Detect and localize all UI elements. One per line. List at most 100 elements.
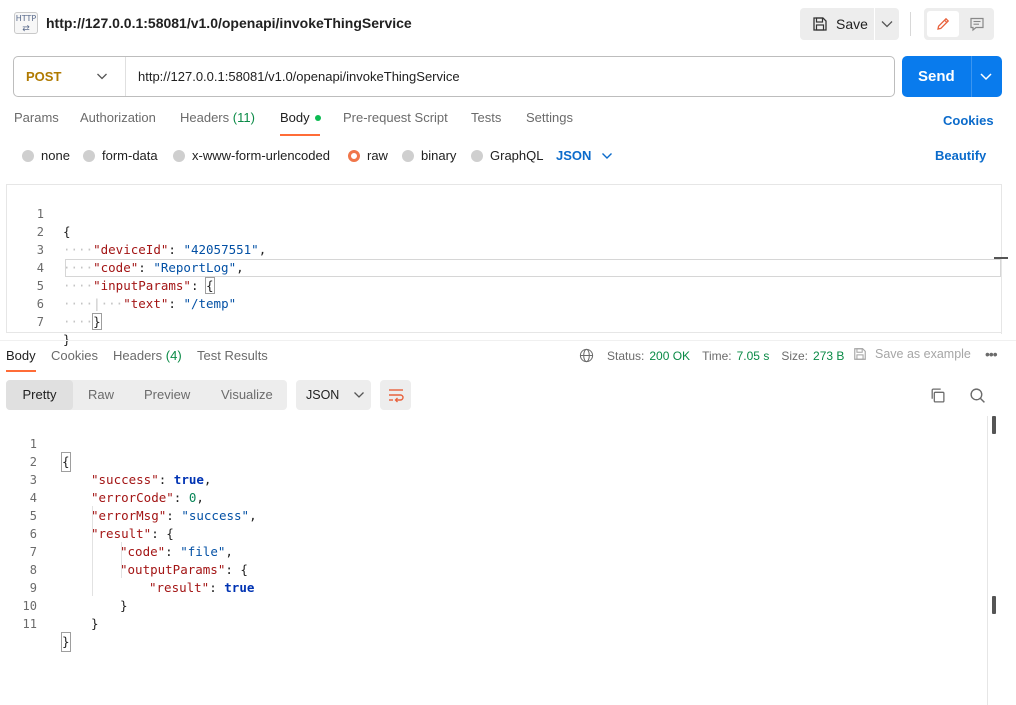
tab-pre-request-script[interactable]: Pre-request Script [343, 110, 448, 125]
beautify-button[interactable]: Beautify [935, 148, 986, 163]
chevron-down-icon[interactable] [96, 70, 108, 82]
http-request-icon: HTTP ⇄ [14, 12, 38, 34]
radio-label: none [41, 148, 70, 163]
url-bar: POST http://127.0.0.1:58081/v1.0/openapi… [13, 56, 895, 97]
copy-icon[interactable] [929, 387, 946, 404]
code-line: 2 ····"deviceId": "42057551", [7, 205, 1001, 257]
view-mode-toggle [924, 8, 994, 40]
tab-response-headers[interactable]: Headers (4) [113, 348, 182, 363]
code-text: } [61, 632, 71, 652]
active-tab-indicator [280, 134, 320, 136]
save-button[interactable]: Save [800, 8, 874, 40]
tab-params[interactable]: Params [14, 110, 59, 125]
tab-label: Test Results [197, 348, 268, 363]
wrap-lines-icon [388, 389, 404, 403]
documentation-mode-button[interactable] [962, 11, 992, 37]
request-body-editor[interactable]: 1 { 2 ····"deviceId": "42057551", 3 ····… [6, 184, 1008, 347]
view-visualize[interactable]: Visualize [221, 380, 273, 410]
chevron-down-icon[interactable] [979, 69, 993, 83]
exchange-arrows-icon: ⇄ [22, 24, 30, 34]
code-line: 6 "code": "file", [0, 507, 994, 559]
code-line: 7 "outputParams": { [0, 525, 994, 577]
tab-response-body[interactable]: Body [6, 348, 36, 363]
code-text: } [91, 616, 99, 631]
code-line: 6 ····} [7, 277, 1001, 330]
size-label: Size: [781, 348, 809, 363]
code-line: 11 } [0, 597, 994, 652]
tab-label: Settings [526, 110, 573, 125]
request-name[interactable]: http://127.0.0.1:58081/v1.0/openapi/invo… [46, 15, 412, 31]
view-preview[interactable]: Preview [144, 380, 190, 410]
toolbar-divider [910, 12, 911, 36]
send-button[interactable]: Send [902, 56, 1002, 97]
tab-label: Tests [471, 110, 502, 125]
save-options-button[interactable] [875, 8, 899, 40]
send-label: Send [918, 68, 955, 85]
code-line: 10 } [0, 579, 994, 631]
tab-label: Authorization [80, 110, 156, 125]
edit-mode-button[interactable] [927, 11, 959, 37]
view-pretty[interactable]: Pretty [6, 380, 73, 410]
tab-label: Headers [180, 110, 230, 125]
radio-x-www-form-urlencoded[interactable]: x-www-form-urlencoded [173, 148, 330, 163]
save-icon [854, 348, 866, 360]
method-select[interactable]: POST [26, 69, 61, 84]
editor-border [1001, 185, 1002, 334]
scrollbar-marker [994, 257, 1008, 259]
tab-authorization[interactable]: Authorization [80, 110, 156, 125]
headers-count: (4) [165, 348, 182, 363]
save-as-example-button[interactable]: Save as example [853, 347, 971, 361]
code-line: 3 ····"code": "ReportLog", [7, 223, 1001, 275]
code-line: 7 } [7, 295, 1001, 347]
url-divider [125, 57, 126, 96]
tab-body[interactable]: Body [280, 110, 321, 125]
search-icon[interactable] [969, 387, 986, 404]
language-select[interactable]: JSON [556, 148, 613, 163]
save-label: Save [836, 16, 868, 32]
radio-dot [173, 149, 185, 162]
url-input[interactable]: http://127.0.0.1:58081/v1.0/openapi/invo… [138, 69, 460, 84]
radio-graphql[interactable]: GraphQL [471, 148, 543, 163]
time-label: Time: [702, 348, 732, 363]
comment-icon [970, 17, 984, 32]
tab-label: Headers [113, 348, 163, 363]
chevron-down-icon [354, 392, 365, 398]
radio-label: form-data [102, 148, 158, 163]
radio-form-data[interactable]: form-data [83, 148, 158, 163]
radio-binary[interactable]: binary [402, 148, 456, 163]
radio-raw[interactable]: raw [348, 148, 388, 163]
tab-label: Cookies [51, 348, 98, 363]
radio-label: GraphQL [490, 148, 544, 163]
indent-guide: ···· [63, 314, 94, 329]
response-format-select[interactable]: JSON [296, 380, 371, 410]
pane-divider[interactable] [0, 340, 1016, 341]
chevron-down-icon [881, 21, 893, 28]
line-number: 11 [22, 617, 37, 631]
response-view-tabs: Pretty Raw Preview Visualize [6, 380, 287, 410]
response-body-viewer[interactable]: 1 { 2 "success": true, 3 "errorCode": 0,… [0, 416, 1016, 705]
size-value[interactable]: 273 B [813, 349, 844, 363]
format-label: JSON [306, 388, 340, 402]
code-line: 5 "result": { [0, 489, 994, 541]
radio-label: raw [367, 148, 388, 163]
code-line: 5 ····|···"text": "/temp" [7, 259, 1001, 311]
active-tab-indicator [6, 370, 36, 372]
tab-label: Pre-request Script [343, 110, 448, 125]
code-line: 3 "errorCode": 0, [0, 453, 994, 505]
tab-test-results[interactable]: Test Results [197, 348, 268, 363]
code-line: 8 "result": true [0, 543, 994, 595]
save-icon [813, 17, 827, 31]
cookies-link[interactable]: Cookies [943, 113, 994, 128]
tab-headers[interactable]: Headers (11) [180, 110, 255, 125]
status-value[interactable]: 200 OK [649, 349, 690, 363]
tab-tests[interactable]: Tests [471, 110, 501, 125]
tab-response-cookies[interactable]: Cookies [51, 348, 98, 363]
time-value[interactable]: 7.05 s [737, 349, 770, 363]
tab-settings[interactable]: Settings [526, 110, 573, 125]
radio-none[interactable]: none [22, 148, 70, 163]
view-raw[interactable]: Raw [88, 380, 114, 410]
code-line: 4 ····"inputParams": { [7, 241, 1001, 294]
globe-icon[interactable] [579, 348, 594, 363]
wrap-lines-button[interactable] [380, 380, 411, 410]
more-options-icon[interactable]: ••• [985, 346, 998, 362]
